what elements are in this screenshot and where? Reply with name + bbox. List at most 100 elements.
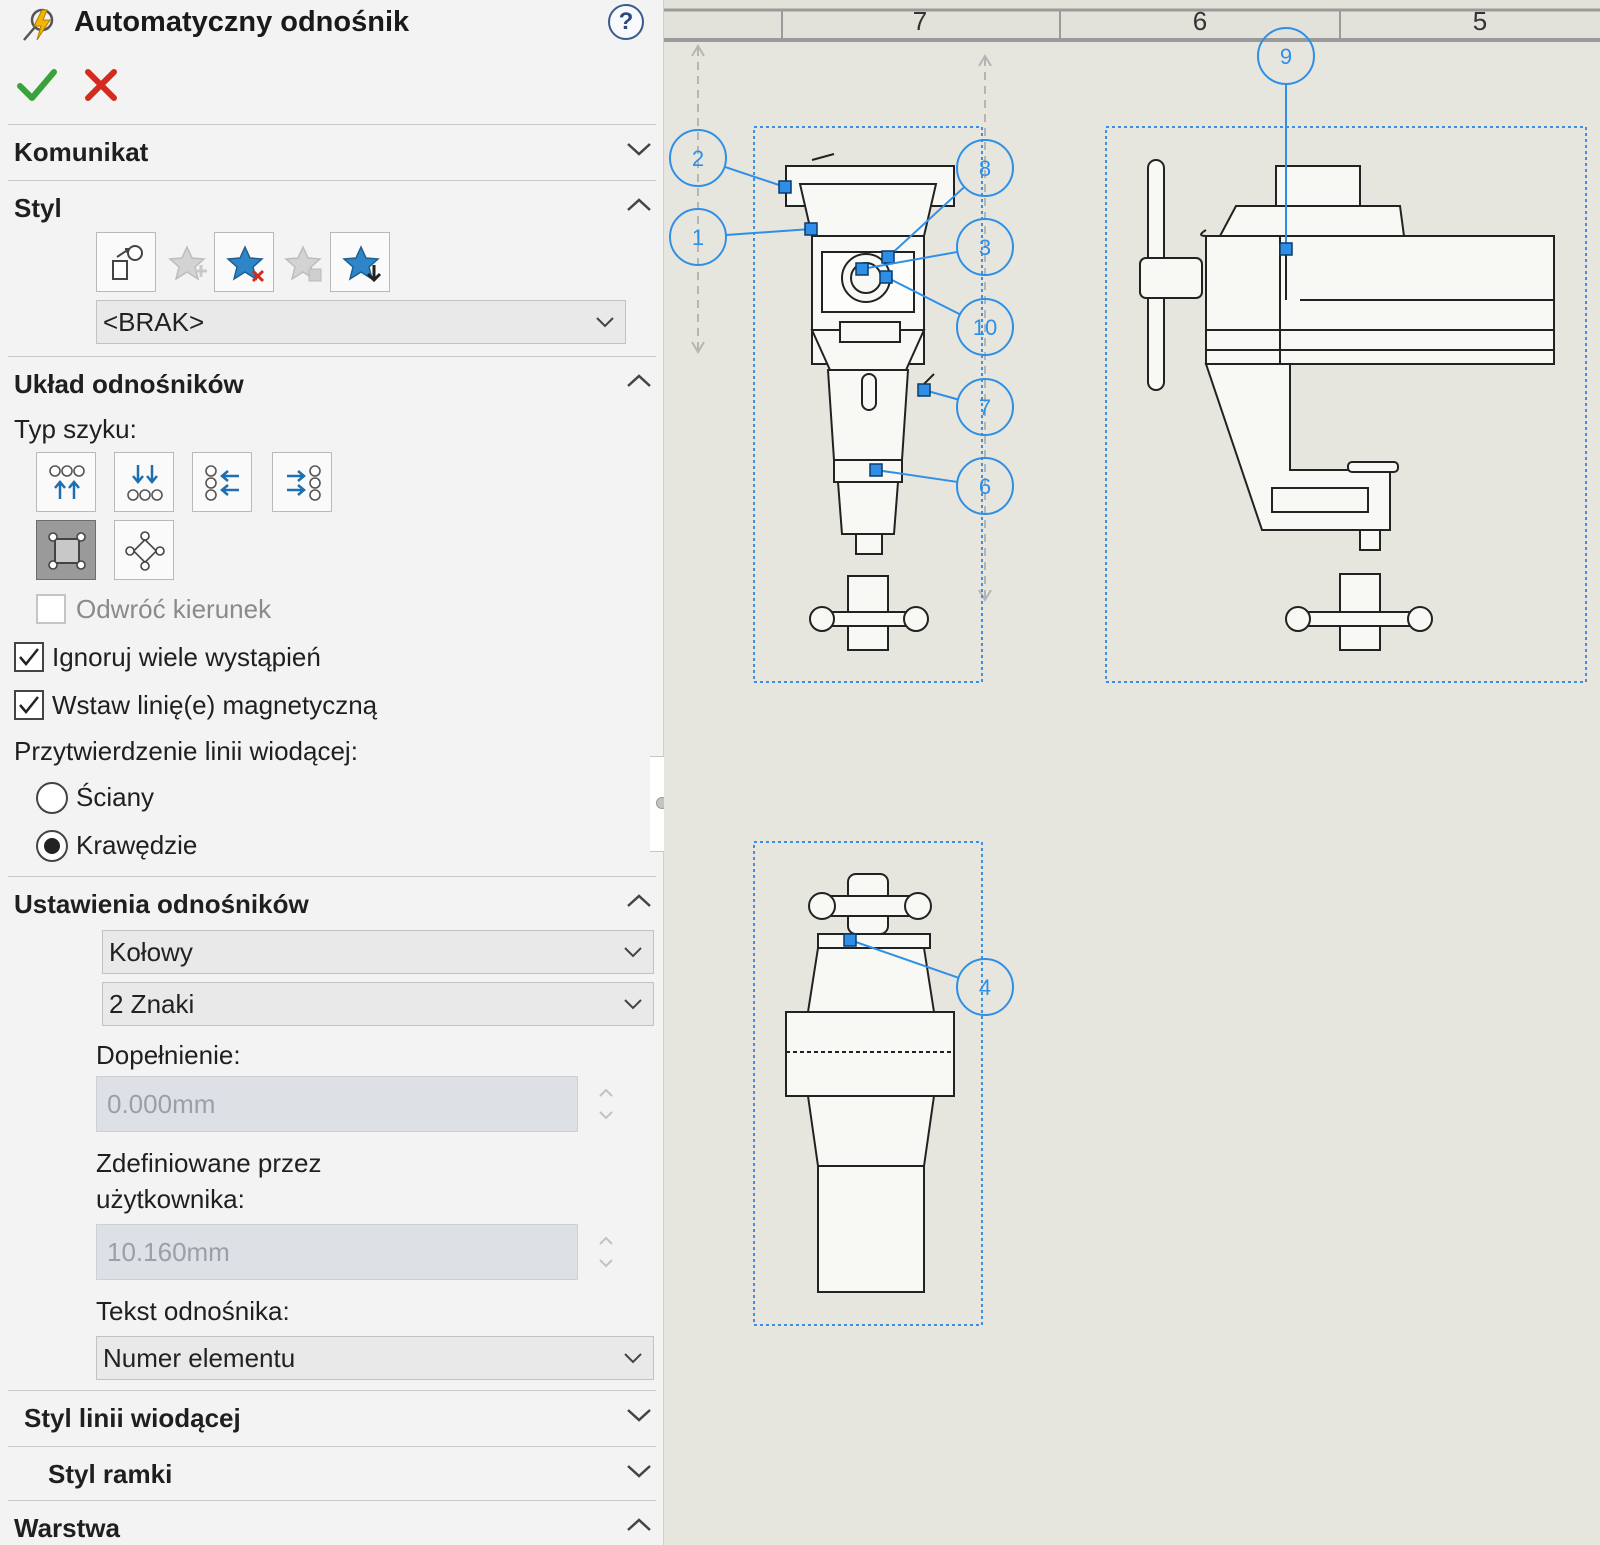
balloon-number: 1	[692, 225, 704, 250]
property-manager-panel: Automatyczny odnośnik ? Komunikat Styl <…	[0, 0, 664, 1545]
attach-faces-radio[interactable]	[36, 782, 68, 814]
leader-anchor-handle[interactable]	[879, 270, 893, 284]
add-style-button[interactable]	[156, 232, 216, 292]
padding-spinner[interactable]	[584, 1076, 628, 1132]
chevron-up-icon[interactable]	[626, 893, 652, 909]
leader-anchor-handle[interactable]	[855, 262, 869, 276]
balloon-text-select[interactable]: Numer elementu	[96, 1336, 654, 1380]
section-leader-style[interactable]: Styl linii wiodącej	[8, 1390, 656, 1444]
section-layout[interactable]: Układ odnośników	[8, 356, 656, 410]
zone-label: 7	[913, 6, 927, 36]
user-defined-label-line1: Zdefiniowane przez	[96, 1148, 322, 1178]
apply-style-button[interactable]	[96, 232, 156, 292]
leader-anchor-handle[interactable]	[869, 463, 883, 477]
load-style-icon	[342, 245, 382, 283]
balloon-style-value: Kołowy	[109, 937, 193, 967]
pattern-type-label: Typ szyku:	[14, 414, 137, 444]
balloon-style-select[interactable]: Kołowy	[102, 930, 654, 974]
section-layer[interactable]: Warstwa	[8, 1500, 656, 1545]
leader-anchor-handle[interactable]	[881, 250, 895, 264]
user-defined-spinner[interactable]	[584, 1224, 628, 1280]
drawing-border-top	[664, 0, 1600, 40]
chevron-down-icon	[624, 1353, 642, 1364]
zone-label: 6	[1193, 6, 1207, 36]
layout-square-button[interactable]	[36, 520, 96, 580]
balloon-size-select[interactable]: 2 Znaki	[102, 982, 654, 1026]
load-style-button[interactable]	[330, 232, 390, 292]
chevron-down-icon[interactable]	[626, 1407, 652, 1423]
style-select[interactable]: <BRAK>	[96, 300, 626, 344]
balloon-number: 3	[979, 235, 991, 260]
cancel-button[interactable]	[82, 66, 120, 104]
delete-style-icon	[226, 245, 265, 283]
leader-anchor-handle[interactable]	[917, 383, 931, 397]
balloon-number: 2	[692, 146, 704, 171]
layout-right-button[interactable]	[272, 452, 332, 512]
radio-selected-dot	[44, 838, 60, 854]
auto-balloon-icon	[20, 6, 60, 46]
layout-bottom-button[interactable]	[114, 452, 174, 512]
save-style-button[interactable]	[272, 232, 332, 292]
layout-circular-button[interactable]	[114, 520, 174, 580]
spinner-arrows-icon	[599, 1236, 613, 1268]
section-frame-style-label: Styl ramki	[48, 1459, 173, 1489]
reverse-direction-label: Odwróć kierunek	[76, 594, 272, 624]
chevron-up-icon[interactable]	[626, 1517, 652, 1533]
user-defined-label-line2: użytkownika:	[96, 1184, 245, 1214]
padding-input[interactable]: 0.000mm	[96, 1076, 578, 1132]
layout-square-icon	[48, 532, 86, 570]
chevron-up-icon[interactable]	[626, 373, 652, 389]
drawing-sheet[interactable]: 7 6 5 2 1 8 3 10 7 6 9 4	[664, 0, 1600, 1545]
zone-label: 5	[1473, 6, 1487, 36]
balloon-layer[interactable]: 2 1 8 3 10 7 6 9 4	[669, 27, 1315, 1016]
x-icon	[85, 69, 117, 101]
section-balloon-settings[interactable]: Ustawienia odnośników	[8, 876, 656, 930]
chevron-up-icon[interactable]	[626, 197, 652, 213]
section-message-label: Komunikat	[14, 137, 149, 167]
chevron-down-icon[interactable]	[626, 1463, 652, 1479]
layout-top-icon	[49, 465, 85, 499]
section-layer-label: Warstwa	[14, 1513, 120, 1543]
section-frame-style[interactable]: Styl ramki	[8, 1446, 656, 1500]
user-defined-input[interactable]: 10.160mm	[96, 1224, 578, 1280]
layout-top-button[interactable]	[36, 452, 96, 512]
panel-title: Automatyczny odnośnik	[74, 6, 410, 38]
ignore-multiple-checkbox[interactable]	[14, 642, 44, 672]
chevron-down-icon	[624, 947, 642, 958]
spinner-arrows-icon	[599, 1088, 613, 1120]
delete-style-button[interactable]	[214, 232, 274, 292]
section-style[interactable]: Styl	[8, 180, 656, 234]
top-view	[785, 873, 955, 1293]
balloon-number: 6	[979, 474, 991, 499]
balloon-number: 4	[979, 975, 991, 1000]
ok-button[interactable]	[16, 64, 58, 106]
help-button[interactable]: ?	[608, 4, 644, 40]
attach-edges-radio[interactable]	[36, 830, 68, 862]
leader-anchor-handle[interactable]	[843, 933, 857, 947]
chevron-down-icon	[596, 317, 614, 328]
balloon-leader-line[interactable]	[724, 165, 786, 188]
checkmark-icon	[19, 696, 39, 714]
apply-style-icon	[112, 245, 143, 280]
section-message[interactable]: Komunikat	[8, 124, 656, 178]
section-layout-label: Układ odnośników	[14, 369, 244, 399]
ignore-multiple-label: Ignoruj wiele wystąpień	[52, 642, 321, 672]
magnetic-line-checkbox[interactable]	[14, 690, 44, 720]
section-leader-style-label: Styl linii wiodącej	[24, 1403, 241, 1433]
attach-edges-label: Krawędzie	[76, 830, 198, 860]
layout-left-button[interactable]	[192, 452, 252, 512]
balloon-leader-line[interactable]	[725, 228, 812, 237]
chevron-down-icon[interactable]	[626, 141, 652, 157]
section-style-label: Styl	[14, 193, 62, 223]
chevron-down-icon	[624, 999, 642, 1010]
save-style-icon	[284, 245, 322, 282]
padding-label: Dopełnienie:	[96, 1040, 241, 1070]
leader-anchor-handle[interactable]	[804, 222, 818, 236]
leader-anchor-handle[interactable]	[1279, 242, 1293, 256]
drawing-canvas[interactable]: 7 6 5 2183107694	[664, 0, 1600, 1545]
reverse-direction-checkbox[interactable]	[36, 594, 66, 624]
balloon-number: 7	[979, 395, 991, 420]
balloon-text-value: Numer elementu	[103, 1343, 296, 1373]
balloon-number: 9	[1280, 44, 1292, 69]
leader-anchor-handle[interactable]	[778, 180, 792, 194]
